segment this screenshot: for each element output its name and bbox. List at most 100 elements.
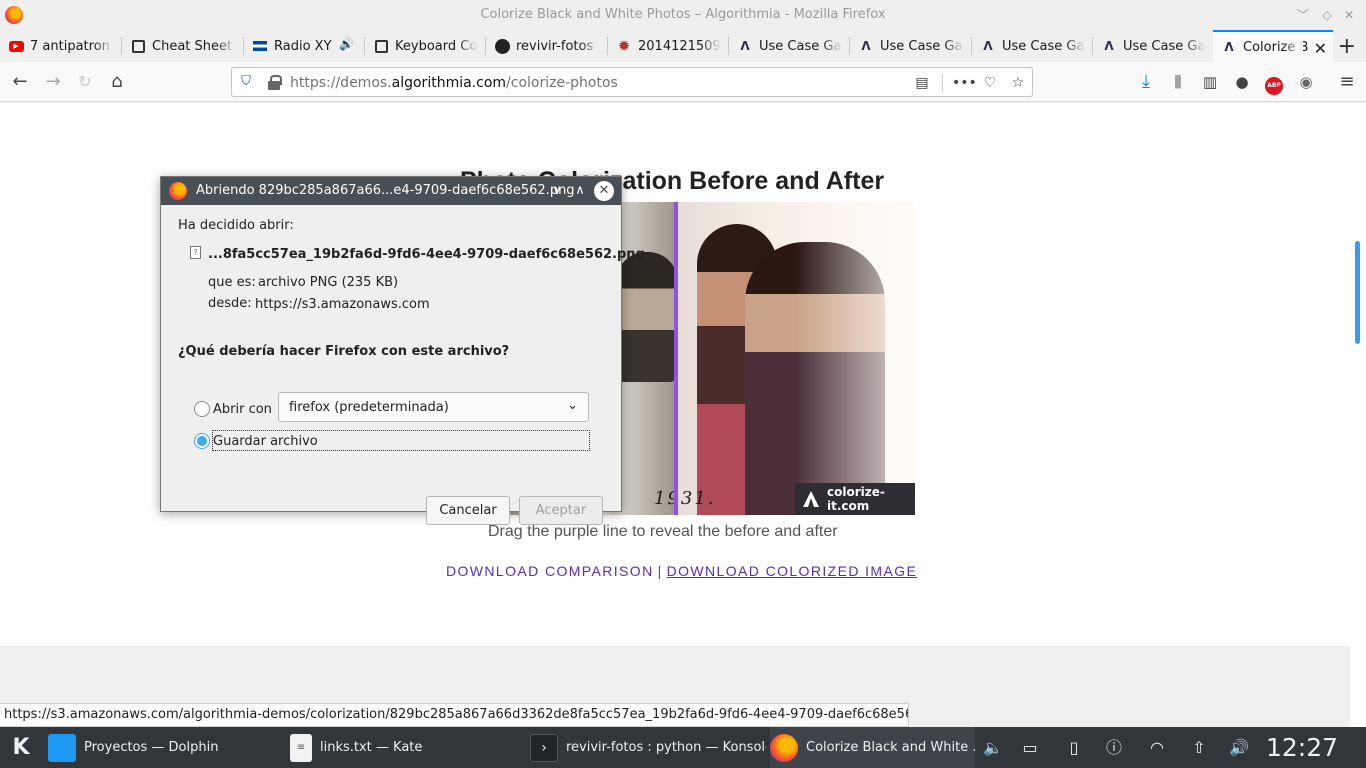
page-actions-icon[interactable]: ••• (952, 73, 977, 93)
task-label: Colorize Black and White ... (806, 740, 975, 755)
terminal-icon: › (530, 733, 558, 762)
tab-4[interactable]: Keyboard Co (365, 30, 486, 62)
task-kate[interactable]: ≡ links.txt — Kate (290, 727, 525, 768)
photo-writing: 1931. (654, 488, 716, 509)
tab-6[interactable]: ✹ 2014121509 (608, 30, 729, 62)
algorithmia-icon: Λ (1104, 39, 1114, 53)
text-file-icon: ≡ (290, 733, 312, 762)
new-tab-icon[interactable]: + (1338, 34, 1356, 59)
comparison-divider-handle[interactable] (674, 202, 678, 515)
bookmark-star-icon[interactable]: ☆ (1008, 73, 1028, 93)
accept-button[interactable]: Aceptar (519, 496, 603, 525)
wifi-icon[interactable]: ◠ (1145, 737, 1169, 759)
menu-icon[interactable]: ≡ (1335, 70, 1359, 94)
download-colorized-link[interactable]: DOWNLOAD COLORIZED IMAGE (667, 563, 918, 579)
save-file-radio[interactable] (194, 433, 210, 449)
firefox-logo-icon (169, 182, 187, 200)
window-title: Colorize Black and White Photos – Algori… (480, 7, 886, 22)
back-icon[interactable]: ← (8, 70, 32, 94)
cancel-button[interactable]: Cancelar (426, 496, 510, 525)
flag-icon (252, 38, 268, 54)
task-label: revivir-fotos : python — Konsole (566, 740, 766, 755)
task-label: Proyectos — Dolphin (84, 740, 219, 755)
save-file-label[interactable]: Guardar archivo (213, 434, 318, 449)
window-titlebar: Colorize Black and White Photos – Algori… (0, 0, 1366, 30)
type-value: archivo PNG (235 KB) (258, 275, 399, 290)
tab-1[interactable]: ▶ 7 antipatron (0, 30, 122, 62)
volume-icon[interactable]: 🔊 (1227, 737, 1251, 759)
adblock-icon[interactable]: ABP (1262, 70, 1286, 95)
device-notifier-icon[interactable]: ▯ (1062, 737, 1086, 759)
link-separator: | (657, 563, 663, 579)
task-firefox[interactable]: Colorize Black and White ... (770, 727, 975, 768)
dialog-title: Abriendo 829bc285a867a66...e4-9709-daef6… (196, 183, 575, 198)
page-scrollbar[interactable] (1350, 103, 1366, 727)
open-with-select[interactable]: firefox (predeterminada) ⌄ (278, 392, 589, 422)
open-with-label[interactable]: Abrir con (213, 402, 272, 417)
forward-icon[interactable]: → (41, 70, 65, 94)
dialog-titlebar: Abriendo 829bc285a867a66...e4-9709-daef6… (161, 177, 621, 205)
download-comparison-link[interactable]: DOWNLOAD COMPARISON (446, 563, 654, 579)
tab-label: Radio XY (274, 38, 332, 54)
question-label: ¿Qué debería hacer Firefox con este arch… (178, 344, 510, 359)
task-dolphin[interactable]: Proyectos — Dolphin (48, 727, 283, 768)
home-icon[interactable]: ⌂ (105, 70, 129, 94)
tracking-shield-icon[interactable]: ⛉ (238, 74, 254, 90)
tab-5[interactable]: revivir-fotos (486, 30, 608, 62)
youtube-icon: ▶ (8, 38, 24, 54)
pocket-icon[interactable]: ♡ (980, 73, 1000, 93)
maximize-icon[interactable]: ◇ (1318, 6, 1336, 24)
github-icon (494, 38, 510, 54)
reader-view-icon[interactable]: ▤ (912, 73, 932, 93)
notifications-icon[interactable]: ⓘ (1102, 737, 1126, 759)
taskbar: K Proyectos — Dolphin ≡ links.txt — Kate… (0, 727, 1366, 768)
download-dialog: Abriendo 829bc285a867a66...e4-9709-daef6… (160, 176, 645, 525)
from-value: https://s3.amazonaws.com (255, 297, 430, 312)
algorithmia-icon: Λ (1224, 40, 1234, 54)
after-photo (675, 202, 915, 515)
algorithmia-icon: Λ (861, 39, 871, 53)
firefox-icon (770, 733, 798, 762)
scrollbar-thumb[interactable] (1355, 241, 1360, 344)
tab-8[interactable]: Λ Use Case Ga (850, 30, 972, 62)
url-text[interactable]: https://demos.algorithmia.com/colorize-p… (290, 75, 618, 91)
sidebar-icon[interactable]: ▥ (1198, 70, 1222, 94)
media-volume-icon[interactable]: 🔈 (981, 737, 1005, 759)
type-label: que es: (208, 275, 256, 290)
close-window-icon[interactable]: ✕ (1340, 6, 1358, 24)
battery-icon[interactable]: ▭ (1018, 737, 1042, 759)
algorithmia-logo-icon (803, 491, 819, 507)
kde-launcher-icon[interactable]: K (8, 735, 34, 761)
watermark-text: colorize-it.com (827, 485, 885, 513)
account-icon[interactable]: ● (1230, 70, 1254, 94)
audio-playing-icon[interactable]: 🔊 (339, 37, 354, 51)
close-dialog-icon[interactable]: ✕ (594, 181, 614, 201)
download-links: DOWNLOAD COMPARISON | DOWNLOAD COLORIZED I… (446, 563, 917, 579)
open-with-radio[interactable] (194, 401, 210, 417)
tab-3[interactable]: Radio XY 🔊 (244, 30, 365, 62)
chevron-down-icon[interactable]: ∨ (547, 181, 567, 201)
lock-icon[interactable] (268, 75, 282, 90)
reload-icon[interactable]: ↻ (73, 70, 97, 94)
tab-9[interactable]: Λ Use Case Ga (972, 30, 1093, 62)
status-link-preview: https://s3.amazonaws.com/algorithmia-dem… (0, 703, 909, 727)
clock[interactable]: 12:27 (1266, 733, 1338, 762)
tab-2[interactable]: Cheat Sheet (122, 30, 244, 62)
page-icon (130, 38, 146, 54)
tab-7[interactable]: Λ Use Case Ga (729, 30, 850, 62)
library-icon[interactable]: ⫼ (1166, 70, 1190, 94)
downloads-icon[interactable]: ⤓ (1134, 70, 1158, 94)
close-tab-icon[interactable]: ✕ (1314, 39, 1327, 58)
updates-icon[interactable]: ⇧ (1187, 737, 1211, 759)
tab-10[interactable]: Λ Use Case Ga (1093, 30, 1213, 62)
task-konsole[interactable]: › revivir-fotos : python — Konsole (530, 727, 766, 768)
algorithmia-icon: Λ (740, 39, 750, 53)
navigation-toolbar: ← → ↻ ⌂ ⛉ https://demos.algorithmia.com/… (0, 62, 1366, 102)
extension-icon[interactable]: ◉ (1294, 70, 1318, 94)
url-bar[interactable]: ⛉ https://demos.algorithmia.com/colorize… (231, 67, 1033, 97)
decided-label: Ha decidido abrir: (178, 218, 294, 233)
minimize-icon[interactable]: ﹀ (1294, 6, 1312, 24)
chevron-up-icon[interactable]: ∧ (570, 181, 590, 201)
dialog-body: Ha decidido abrir: ? ...8fa5cc57ea_19b2f… (161, 205, 645, 525)
tab-active[interactable]: Λ Colorize B ✕ (1213, 30, 1333, 62)
